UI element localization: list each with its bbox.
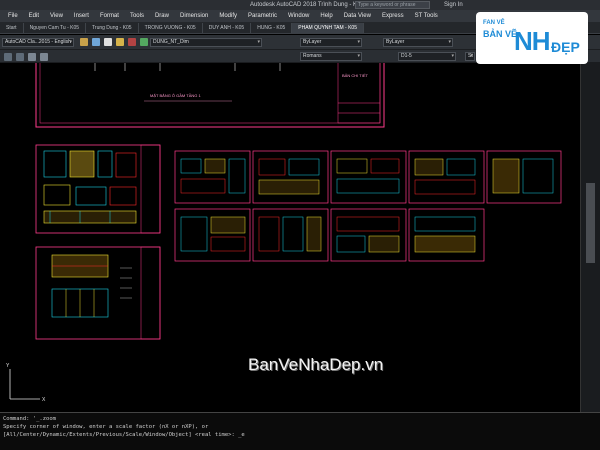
command-line[interactable]: Command: '_.zoom Specify corner of window… xyxy=(0,412,600,450)
style-select[interactable]: St xyxy=(465,52,475,61)
plan-caption: MẶT BẰNG Ô GẦM TẦNG 1 xyxy=(150,93,202,98)
menu-item-help[interactable]: Help xyxy=(320,13,332,19)
logo-text-3: NH xyxy=(514,26,551,56)
autocad-window: Autodesk AutoCAD 2018 Trình Dung - K07.d… xyxy=(0,0,600,450)
sheet-label: BẢN CHI TIẾT xyxy=(342,73,368,78)
folder-icon[interactable] xyxy=(80,38,88,46)
detail-sheets-row-1 xyxy=(174,150,562,204)
detail-sheet-a xyxy=(35,144,161,234)
plan-sheet: BẢN CHI TIẾT MẶT BẰNG Ô GẦM TẦNG 1 xyxy=(35,63,385,128)
layer-color-icon[interactable] xyxy=(128,38,136,46)
command-history-line: Specify corner of window, enter a scale … xyxy=(3,424,209,430)
pan-icon[interactable] xyxy=(4,53,12,61)
menu-item-express[interactable]: Express xyxy=(382,13,404,19)
menu-item-dimension[interactable]: Dimension xyxy=(180,13,208,19)
sign-in-link[interactable]: Sign In xyxy=(444,0,463,10)
menu-item-tools[interactable]: Tools xyxy=(130,13,144,19)
menu-item-data-view[interactable]: Data View xyxy=(344,13,371,19)
menu-item-file[interactable]: File xyxy=(8,13,18,19)
search-input[interactable]: Type a keyword or phrase xyxy=(355,1,430,9)
scale-select[interactable]: D1-5 xyxy=(398,52,456,61)
title-bar: Autodesk AutoCAD 2018 Trình Dung - K07.d… xyxy=(0,0,600,10)
brand-logo: FAN VÊ BẢN VẼ NH ĐẸP xyxy=(476,12,588,64)
document-tab[interactable]: DUY ANH - K05 xyxy=(203,22,252,33)
document-tab[interactable]: Start xyxy=(0,22,24,33)
sun-icon[interactable] xyxy=(104,38,112,46)
save-icon[interactable] xyxy=(92,38,100,46)
command-history-line: [All/Center/Dynamic/Extents/Previous/Sca… xyxy=(3,432,245,438)
detail-sheet-b xyxy=(35,246,161,340)
menu-item-modify[interactable]: Modify xyxy=(219,13,237,19)
logo-text-4: ĐẸP xyxy=(551,39,580,55)
logo-text-1: FAN VÊ xyxy=(483,20,505,26)
detail-sheets-row-2 xyxy=(174,208,485,262)
svg-text:Y: Y xyxy=(6,363,10,369)
menu-item-draw[interactable]: Draw xyxy=(155,13,169,19)
textstyle-select[interactable]: Romans xyxy=(300,52,362,61)
logo-text-2: BẢN VẼ xyxy=(483,29,518,39)
menu-item-view[interactable]: View xyxy=(50,13,63,19)
ucs-icon: Y X xyxy=(6,363,46,403)
scroll-thumb[interactable] xyxy=(586,183,595,263)
menu-item-format[interactable]: Format xyxy=(100,13,119,19)
linetype-select[interactable]: ByLayer xyxy=(383,38,453,47)
match-properties-icon[interactable] xyxy=(40,53,48,61)
document-tab[interactable]: Trung Dung - K05 xyxy=(86,22,139,33)
menu-item-edit[interactable]: Edit xyxy=(29,13,39,19)
layer-select[interactable]: ByLayer xyxy=(300,38,362,47)
menu-item-window[interactable]: Window xyxy=(288,13,309,19)
document-tab[interactable]: PHAM QUYNH TAM - K05 xyxy=(292,22,364,33)
lock-icon[interactable] xyxy=(116,38,124,46)
site-watermark: BanVeNhaDep.vn xyxy=(248,355,384,374)
zoom-icon[interactable] xyxy=(16,53,24,61)
menu-item-parametric[interactable]: Parametric xyxy=(248,13,277,19)
document-tab[interactable]: Nguyen Cam Tu - K05 xyxy=(24,22,87,33)
orbit-icon[interactable] xyxy=(28,53,36,61)
dimstyle-select[interactable]: DUNG_NT_Dim xyxy=(150,38,262,47)
command-history-line: Command: '_.zoom xyxy=(3,416,56,422)
document-tab[interactable]: TRONG VUONG - K05 xyxy=(139,22,203,33)
workspace-select[interactable]: AutoCAD Cla...2015 - English xyxy=(2,38,74,47)
menu-item-insert[interactable]: Insert xyxy=(74,13,89,19)
vertical-scrollbar[interactable] xyxy=(580,63,600,412)
svg-text:X: X xyxy=(42,397,46,403)
layer-icon[interactable] xyxy=(140,38,148,46)
document-tab[interactable]: HUNG - K05 xyxy=(251,22,293,33)
menu-item-st-tools[interactable]: ST Tools xyxy=(415,13,438,19)
